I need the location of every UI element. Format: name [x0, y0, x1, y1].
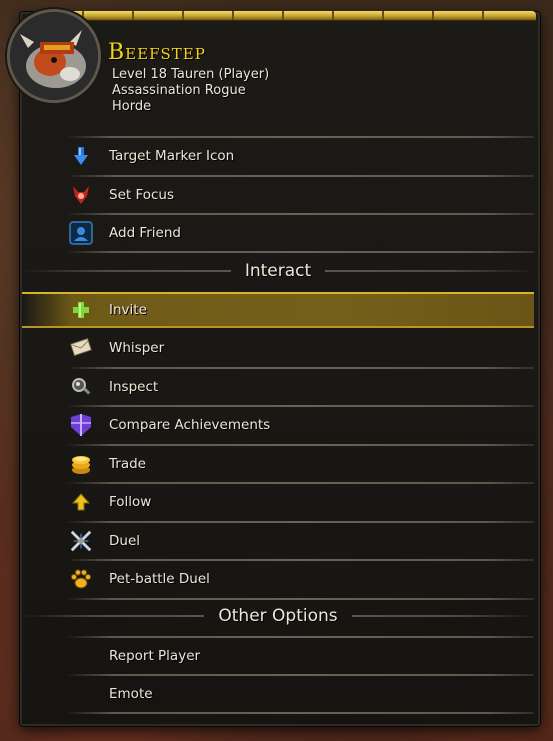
menu-item-label: Emote: [109, 686, 153, 702]
magnifier-icon: [69, 375, 93, 399]
divider: [66, 598, 534, 600]
menu-item-label: Set Focus: [109, 187, 175, 203]
menu-item-target-marker[interactable]: Target Marker Icon: [22, 138, 534, 174]
title-bar-gold-trim: [58, 11, 536, 21]
plus-icon: [69, 298, 93, 322]
menu-item-label: Duel: [109, 533, 141, 549]
menu-item-label: Follow: [109, 494, 152, 510]
player-faction: Horde: [112, 99, 152, 114]
menu-item-report-player[interactable]: Report Player: [22, 638, 534, 674]
paw-icon: [69, 567, 93, 591]
player-portrait: [7, 9, 101, 103]
focus-icon: [69, 183, 93, 207]
player-spec: Assassination Rogue: [112, 83, 246, 98]
menu-item-inspect[interactable]: Inspect: [22, 369, 534, 405]
menu-item-trade[interactable]: Trade: [22, 446, 534, 482]
crossed-swords-icon: [69, 529, 93, 553]
menu-item-compare-achievements[interactable]: Compare Achievements: [22, 407, 534, 443]
section-header-interact: Interact: [22, 259, 534, 283]
menu-item-follow[interactable]: Follow: [22, 484, 534, 520]
section-title: Interact: [244, 261, 312, 281]
menu-item-label: Report Player: [109, 648, 201, 664]
menu-item-emote[interactable]: Emote: [22, 676, 534, 712]
section-header-other-options: Other Options: [22, 604, 535, 628]
menu-item-label: Whisper: [109, 340, 165, 356]
menu-item-set-focus[interactable]: Set Focus: [22, 177, 534, 213]
menu-item-label: Trade: [109, 456, 146, 472]
player-name: Beefstep: [108, 40, 206, 65]
coins-icon: [69, 452, 93, 476]
section-title: Other Options: [218, 606, 338, 626]
target-marker-icon: [69, 144, 93, 168]
menu-item-invite[interactable]: Invite: [22, 292, 534, 328]
shield-icon: [69, 413, 93, 437]
menu-item-label: Target Marker Icon: [109, 148, 235, 164]
menu-item-label: Pet-battle Duel: [109, 571, 210, 587]
scroll-icon: [69, 336, 93, 360]
menu-item-label: Invite: [109, 302, 147, 318]
arrow-up-icon: [69, 490, 93, 514]
divider: [66, 712, 534, 714]
add-friend-icon: [69, 221, 93, 245]
menu-item-label: Add Friend: [109, 225, 181, 241]
menu-item-pet-battle-duel[interactable]: Pet-battle Duel: [22, 561, 534, 597]
menu-item-whisper[interactable]: Whisper: [22, 330, 534, 366]
player-level-race: Level 18 Tauren (Player): [112, 67, 270, 82]
divider: [66, 251, 534, 253]
player-info: Level 18 Tauren (Player) Assassination R…: [112, 67, 269, 115]
menu-item-label: Compare Achievements: [109, 417, 271, 433]
menu-item-add-friend[interactable]: Add Friend: [22, 215, 534, 251]
menu-item-duel[interactable]: Duel: [22, 523, 534, 559]
menu-item-label: Inspect: [109, 379, 159, 395]
